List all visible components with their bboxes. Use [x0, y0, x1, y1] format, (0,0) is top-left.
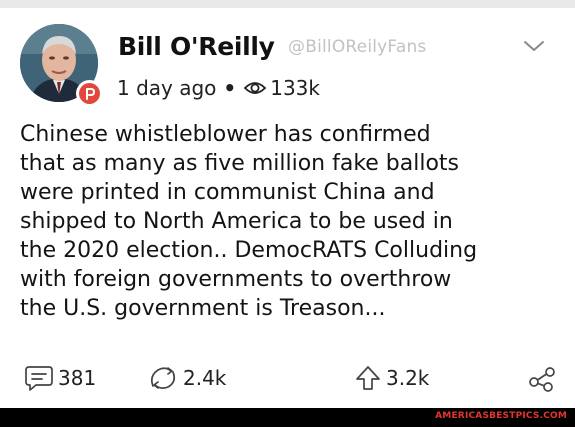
meta-separator: •: [223, 76, 237, 100]
share-icon: [528, 366, 556, 392]
upvote-count: 3.2k: [386, 366, 430, 390]
post-time: 1 day ago: [117, 76, 217, 100]
upvote-arrow-icon: [354, 364, 382, 392]
top-strip: [0, 0, 575, 8]
body-line: were printed in communist China and: [20, 180, 435, 205]
footer-bar: AMERICASBESTPICS.COM: [0, 408, 575, 427]
echo-count: 2.4k: [183, 366, 227, 390]
view-count: 133k: [270, 76, 320, 100]
post-card: Bill O'Reilly @BillOReilyFans 1 day ago …: [0, 8, 575, 408]
body-line: shipped to North America to be used in: [20, 209, 453, 234]
echo-icon: [147, 364, 179, 392]
parler-logo-icon: [76, 80, 103, 107]
comment-icon: [24, 364, 54, 392]
body-line: the U.S. government is Treason...: [20, 296, 386, 321]
chevron-down-icon[interactable]: [523, 38, 545, 57]
eye-icon: [243, 79, 267, 97]
comment-button[interactable]: 381: [24, 364, 96, 392]
share-button[interactable]: [528, 366, 560, 392]
body-line: that as many as five million fake ballot…: [20, 151, 460, 176]
body-line: the 2020 election.. DemocRATS Colluding: [20, 238, 478, 263]
body-line: Chinese whistleblower has confirmed: [20, 122, 431, 147]
body-line: with foreign governments to overthrow: [20, 267, 452, 292]
action-bar: 381 2.4k 3.2k: [0, 360, 575, 396]
comment-count: 381: [58, 366, 97, 390]
post-body: Chinese whistleblower has confirmed that…: [20, 120, 565, 323]
author-name[interactable]: Bill O'Reilly: [118, 32, 275, 61]
author-handle[interactable]: @BillOReilyFans: [288, 37, 427, 57]
echo-button[interactable]: 2.4k: [147, 364, 226, 392]
watermark: AMERICASBESTPICS.COM: [435, 411, 567, 421]
upvote-button[interactable]: 3.2k: [354, 364, 429, 392]
post-meta: 1 day ago • 133k: [117, 76, 320, 100]
